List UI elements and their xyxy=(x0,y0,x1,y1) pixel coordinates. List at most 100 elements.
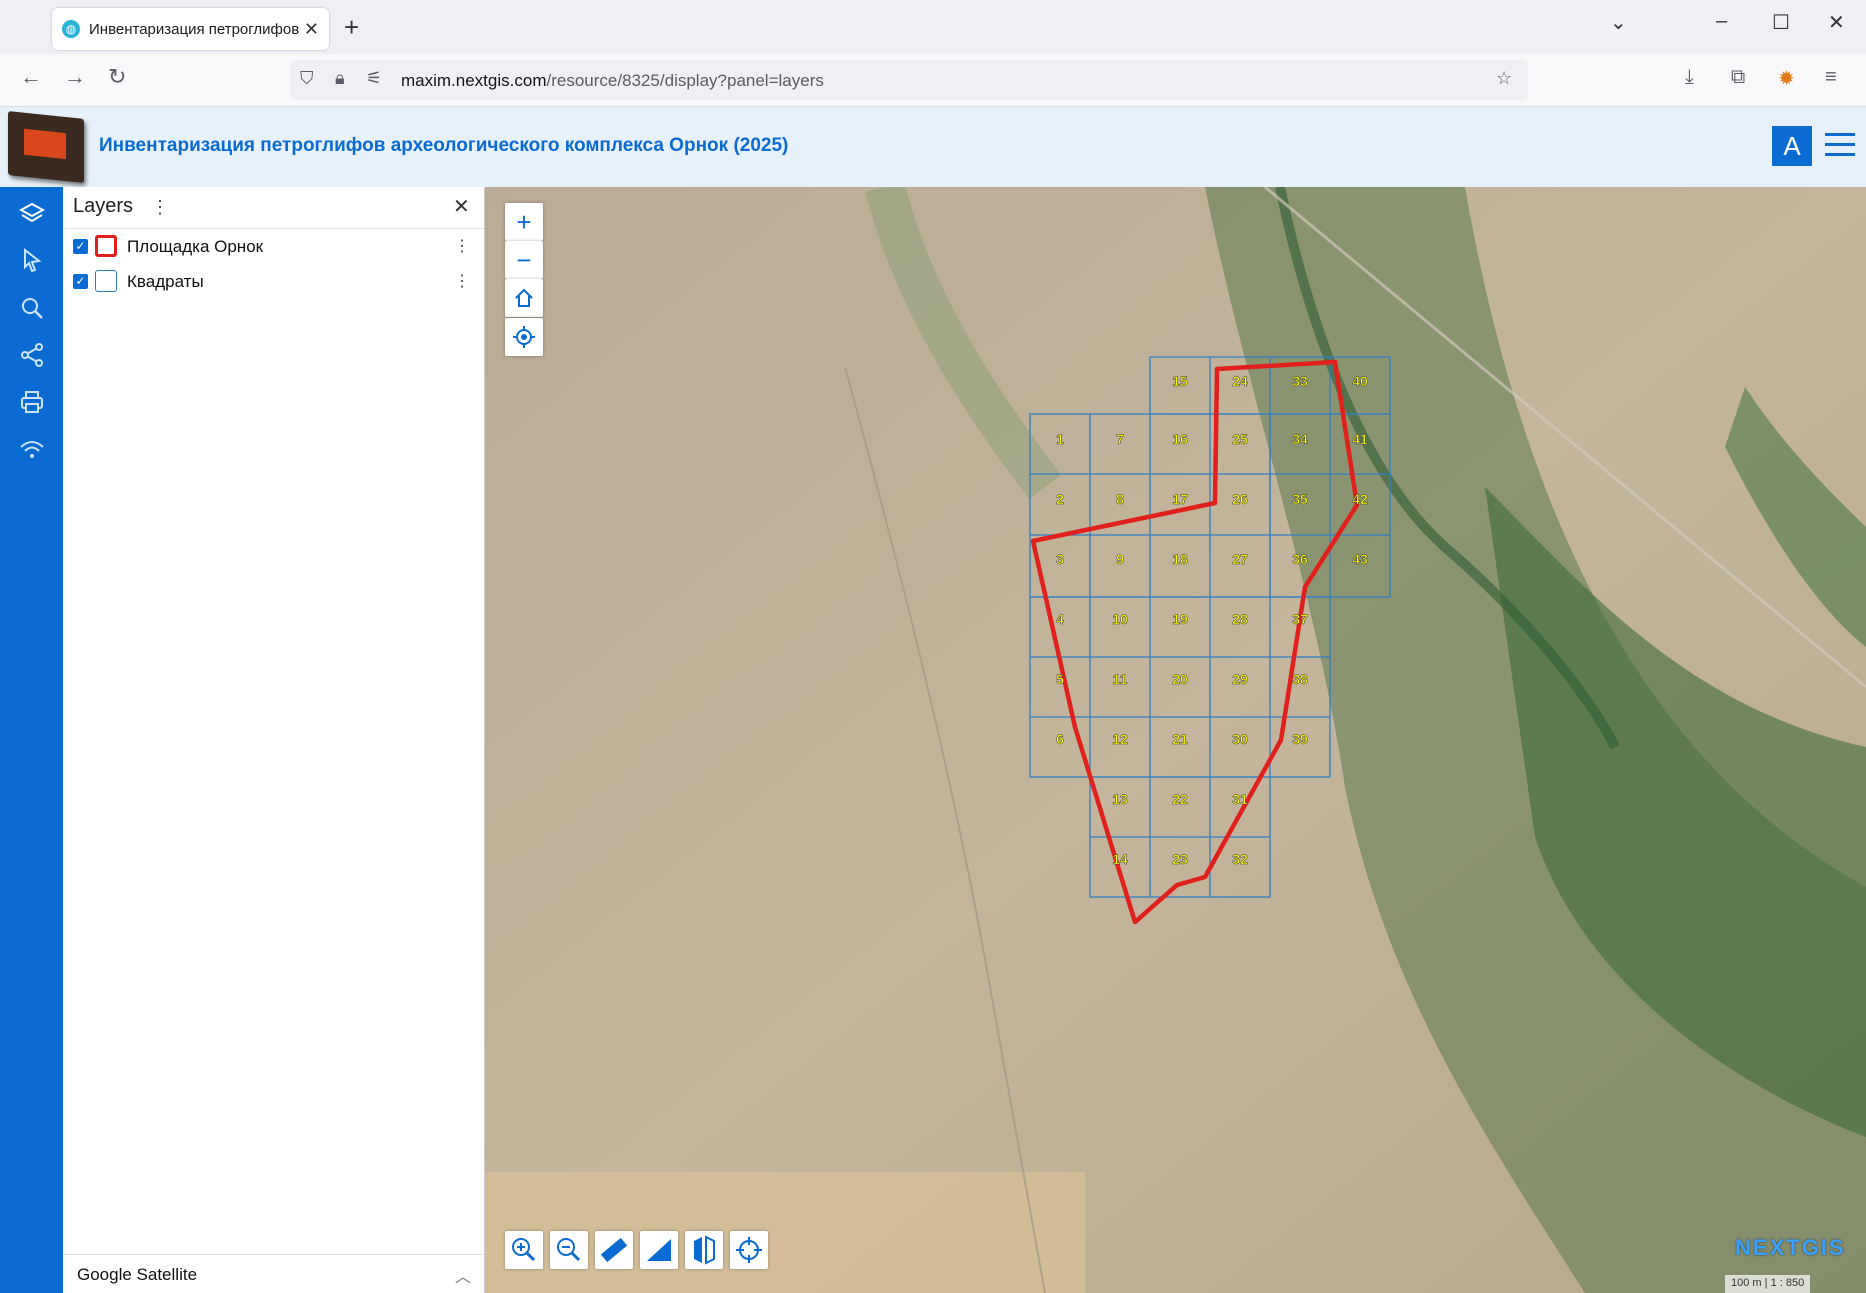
grid-cell-label: 32 xyxy=(1232,851,1248,867)
zoom-out-box-button[interactable] xyxy=(550,1231,588,1269)
close-window-icon[interactable]: ✕ xyxy=(1828,10,1845,35)
extensions-icon[interactable]: ⧉ xyxy=(1731,66,1745,89)
app-header: Инвентаризация петроглифов археологическ… xyxy=(0,107,1866,187)
new-tab-button[interactable]: + xyxy=(344,12,359,43)
hamburger-menu-icon[interactable] xyxy=(1825,133,1855,163)
bookmark-star-icon[interactable]: ☆ xyxy=(1496,68,1512,89)
browser-tabbar: ◍ Инвентаризация петроглифов ✕ + ⌄ – ☐ ✕ xyxy=(0,0,1866,54)
grid-cell-label: 1 xyxy=(1056,431,1064,447)
home-extent-button[interactable] xyxy=(505,279,543,317)
area-measure-icon xyxy=(647,1239,671,1261)
globe-icon: ◍ xyxy=(62,20,80,38)
forward-icon[interactable]: → xyxy=(64,64,86,90)
measure-area-button[interactable] xyxy=(640,1231,678,1269)
grid-cell-label: 6 xyxy=(1056,731,1064,747)
identify-coordinates-button[interactable] xyxy=(730,1231,768,1269)
panel-menu-icon[interactable]: ⋮ xyxy=(151,197,169,218)
app-menu-icon[interactable]: ≡ xyxy=(1825,66,1837,89)
grid-cell-label: 10 xyxy=(1112,611,1128,627)
nextgis-logo[interactable]: NEXTGIS xyxy=(1735,1235,1846,1261)
grid-cell-label: 41 xyxy=(1352,431,1368,447)
layer-menu-icon[interactable]: ⋮ xyxy=(454,271,470,291)
grid-cell-label: 9 xyxy=(1116,551,1124,567)
grid-cell-label: 33 xyxy=(1292,373,1308,389)
back-icon[interactable]: ← xyxy=(20,64,42,90)
tab-list-icon[interactable]: ⌄ xyxy=(1610,10,1627,35)
grid-cell-label: 31 xyxy=(1232,791,1248,807)
maximize-icon[interactable]: ☐ xyxy=(1772,10,1790,35)
polygon-symbol-icon xyxy=(95,235,117,257)
zoom-out-button[interactable]: − xyxy=(505,241,543,279)
measure-distance-button[interactable] xyxy=(595,1231,633,1269)
chevron-up-icon[interactable]: ︿ xyxy=(455,1263,471,1287)
grid-cell-label: 39 xyxy=(1292,731,1308,747)
layer-item[interactable]: ✓ Площадка Орнок ⋮ xyxy=(73,231,473,261)
user-avatar-button[interactable]: A xyxy=(1772,126,1812,166)
grid-cell-label: 18 xyxy=(1172,551,1188,567)
zoom-in-button[interactable]: + xyxy=(505,203,543,241)
grid-cell-label: 37 xyxy=(1292,611,1308,627)
grid-cell-label: 30 xyxy=(1232,731,1248,747)
grid-cell-label: 20 xyxy=(1172,671,1188,687)
shield-icon[interactable]: ⛉ xyxy=(300,68,314,89)
crosshair-icon xyxy=(736,1237,762,1263)
minimize-icon[interactable]: – xyxy=(1716,10,1727,33)
extension-fox-icon[interactable]: ✹ xyxy=(1778,66,1795,91)
layers-icon[interactable] xyxy=(19,201,45,227)
url-text[interactable]: maxim.nextgis.com/resource/8325/display?… xyxy=(401,71,824,91)
grid-cell-label: 13 xyxy=(1112,791,1128,807)
reload-icon[interactable]: ↻ xyxy=(108,64,126,90)
layer-checkbox[interactable]: ✓ xyxy=(73,239,88,254)
zoom-in-box-button[interactable] xyxy=(505,1231,543,1269)
browser-navbar: ← → ↻ ⛉ 🔒︎ ⚟ maxim.nextgis.com/resource/… xyxy=(0,54,1866,107)
grid-cell-label: 28 xyxy=(1232,611,1248,627)
grid-cell-label: 38 xyxy=(1292,671,1308,687)
layer-menu-icon[interactable]: ⋮ xyxy=(454,236,470,256)
wifi-icon[interactable] xyxy=(19,437,45,463)
grid-cell-label: 26 xyxy=(1232,491,1248,507)
address-bar[interactable]: ⛉ 🔒︎ ⚟ maxim.nextgis.com/resource/8325/d… xyxy=(290,60,1528,100)
ruler-icon xyxy=(600,1237,628,1263)
divider xyxy=(63,228,484,229)
grid-cell-label: 24 xyxy=(1232,373,1248,389)
grid-cell-label: 27 xyxy=(1232,551,1248,567)
map-canvas[interactable]: 1 2 3 4 5 6 7 8 9 10 11 12 13 14 15 16 17 18 19 20 21 22 23 24 2… xyxy=(485,187,1866,1293)
app-logo[interactable] xyxy=(8,111,84,183)
basemap-name: Google Satellite xyxy=(77,1265,198,1284)
swipe-icon xyxy=(694,1235,715,1265)
grid-cell-label: 34 xyxy=(1292,431,1308,447)
grid-cell-label: 23 xyxy=(1172,851,1188,867)
share-icon[interactable] xyxy=(19,342,45,368)
zoom-out-box-icon xyxy=(557,1238,581,1262)
grid-cell-label: 16 xyxy=(1172,431,1188,447)
grid-cell-label: 4 xyxy=(1056,611,1064,627)
grid-cell-label: 11 xyxy=(1113,671,1128,687)
locate-me-button[interactable] xyxy=(505,318,543,356)
grid-cell-label: 2 xyxy=(1056,491,1064,507)
page-title: Инвентаризация петроглифов археологическ… xyxy=(99,135,789,156)
permissions-icon[interactable]: ⚟ xyxy=(366,68,382,89)
grid-cell-label: 5 xyxy=(1056,671,1064,687)
zoom-in-box-icon xyxy=(512,1238,536,1262)
grid-cell-label: 12 xyxy=(1112,731,1128,747)
grid-cell-label: 40 xyxy=(1352,373,1368,389)
swipe-compare-button[interactable] xyxy=(685,1231,723,1269)
close-tab-icon[interactable]: ✕ xyxy=(304,19,319,40)
select-cursor-icon[interactable] xyxy=(19,247,45,273)
basemap-selector[interactable]: Google Satellite ︿ xyxy=(63,1254,484,1293)
search-icon[interactable] xyxy=(19,295,45,321)
lock-icon[interactable]: 🔒︎ xyxy=(335,68,345,89)
grid-cell-label: 3 xyxy=(1056,551,1064,567)
layer-name: Квадраты xyxy=(127,272,204,291)
layer-checkbox[interactable]: ✓ xyxy=(73,274,88,289)
download-icon[interactable]: ⤓ xyxy=(1685,66,1694,89)
grid-cell-label: 42 xyxy=(1352,491,1368,507)
close-panel-icon[interactable]: ✕ xyxy=(453,194,470,219)
grid-cell-label: 15 xyxy=(1172,373,1188,389)
home-icon xyxy=(515,288,533,307)
grid-cell-label: 8 xyxy=(1116,491,1124,507)
layer-item[interactable]: ✓ Квадраты ⋮ xyxy=(73,266,473,296)
browser-tab[interactable]: ◍ Инвентаризация петроглифов ✕ xyxy=(52,8,329,50)
scale-bar: 100 m | 1 : 850 xyxy=(1725,1275,1811,1293)
print-icon[interactable] xyxy=(19,389,45,415)
